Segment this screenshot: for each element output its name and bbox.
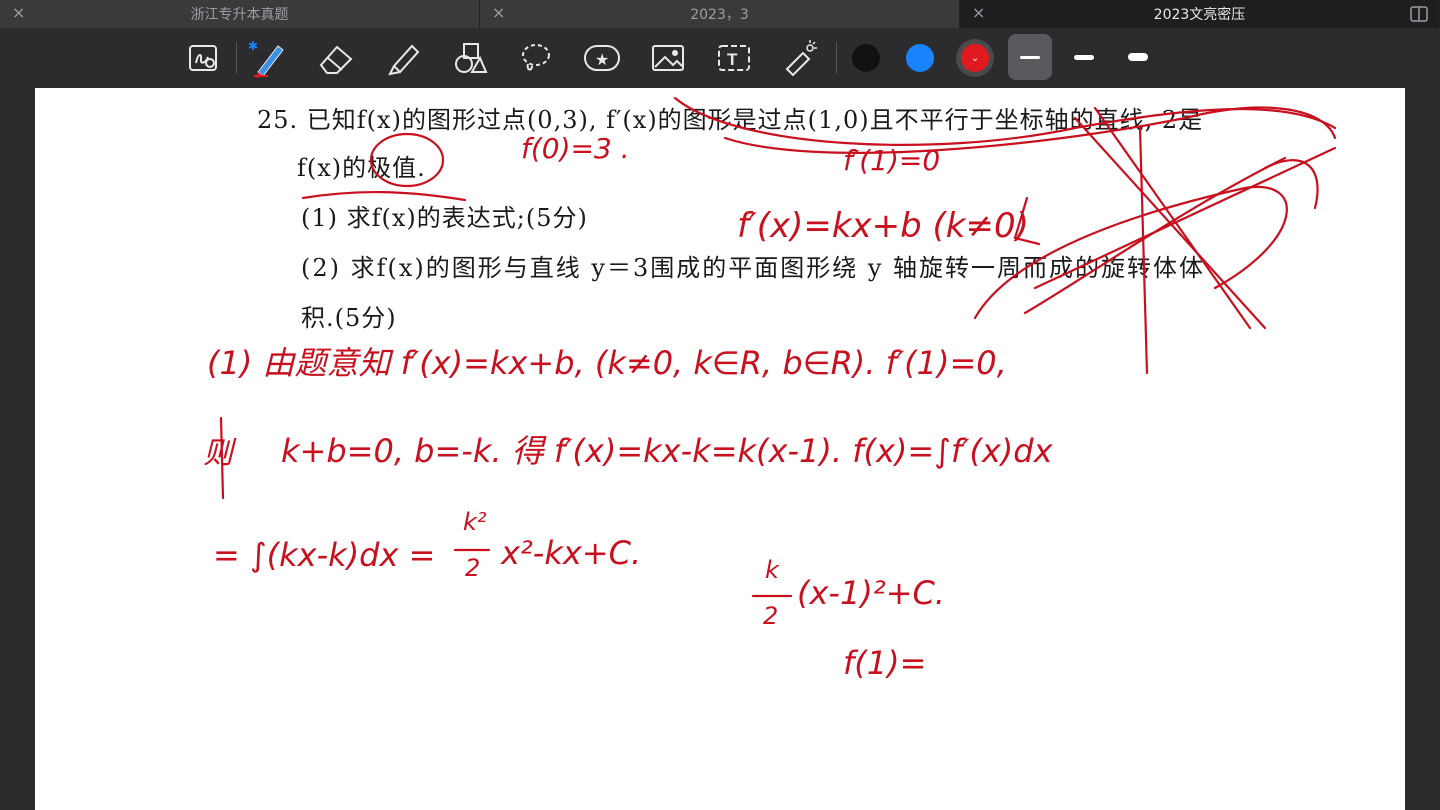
ink-strokes — [219, 96, 1337, 598]
scribble-diagonal-3 — [1033, 146, 1337, 290]
shapes-icon[interactable] — [450, 38, 490, 78]
highlighter-icon[interactable] — [384, 38, 424, 78]
laser-pointer-icon[interactable] — [780, 38, 820, 78]
document-page[interactable]: 25. 已知f(x)的图形过点(0,3), f′(x)的图形是过点(1,0)且不… — [35, 88, 1405, 810]
color-blue-swatch[interactable] — [906, 44, 934, 72]
tab-bar: × 浙江专升本真题 × 2023，3 × 2023文亮密压 — [0, 0, 1440, 28]
eraser-icon[interactable] — [316, 38, 356, 78]
stroke-weight-medium[interactable] — [1062, 34, 1106, 80]
scribble-loop-1 — [673, 96, 1337, 146]
tab-label: 2023文亮密压 — [1153, 7, 1246, 23]
scribble-loop-2 — [723, 106, 1337, 154]
svg-text:✱: ✱ — [248, 39, 258, 53]
stroke-weight-thin[interactable] — [1008, 34, 1052, 80]
circle-around-extremum — [369, 132, 445, 188]
chevron-down-icon: ⌄ — [970, 52, 980, 64]
color-red-swatch[interactable]: ⌄ — [961, 44, 989, 72]
bracket-stroke — [219, 416, 225, 500]
svg-text:★: ★ — [595, 50, 609, 69]
scribble-diagonal-2 — [1093, 106, 1252, 330]
tab-zhejiang[interactable]: × 浙江专升本真题 — [0, 0, 480, 28]
scribble-arrow-down — [1013, 196, 1041, 246]
stroke-weight-thick[interactable] — [1116, 34, 1160, 80]
tab-close-icon[interactable]: × — [972, 3, 985, 22]
sticker-icon[interactable]: ★ — [582, 38, 622, 78]
tab-wenliang[interactable]: × 2023文亮密压 — [960, 0, 1440, 28]
tab-label: 浙江专升本真题 — [190, 7, 289, 23]
svg-text:T: T — [727, 50, 738, 69]
tab-label: 2023，3 — [690, 7, 749, 23]
split-view-icon[interactable] — [1404, 0, 1434, 28]
color-black-swatch[interactable] — [852, 44, 880, 72]
pen-icon[interactable]: ✱ — [248, 38, 288, 78]
lasso-icon[interactable] — [516, 38, 556, 78]
text-icon[interactable]: T — [714, 38, 754, 78]
tab-close-icon[interactable]: × — [12, 3, 25, 22]
scribble-loop-3 — [973, 185, 1288, 320]
annotation-toolbar: ✱ ★ T ⌄ — [0, 28, 1440, 88]
scribble-vertical — [1138, 126, 1149, 375]
scribble-diagonal-4 — [1023, 156, 1287, 315]
tab-2023-3[interactable]: × 2023，3 — [480, 0, 960, 28]
image-icon[interactable] — [648, 38, 688, 78]
tab-close-icon[interactable]: × — [492, 3, 505, 22]
underline-stroke — [301, 191, 467, 202]
lasso-zoom-icon[interactable] — [184, 38, 224, 78]
